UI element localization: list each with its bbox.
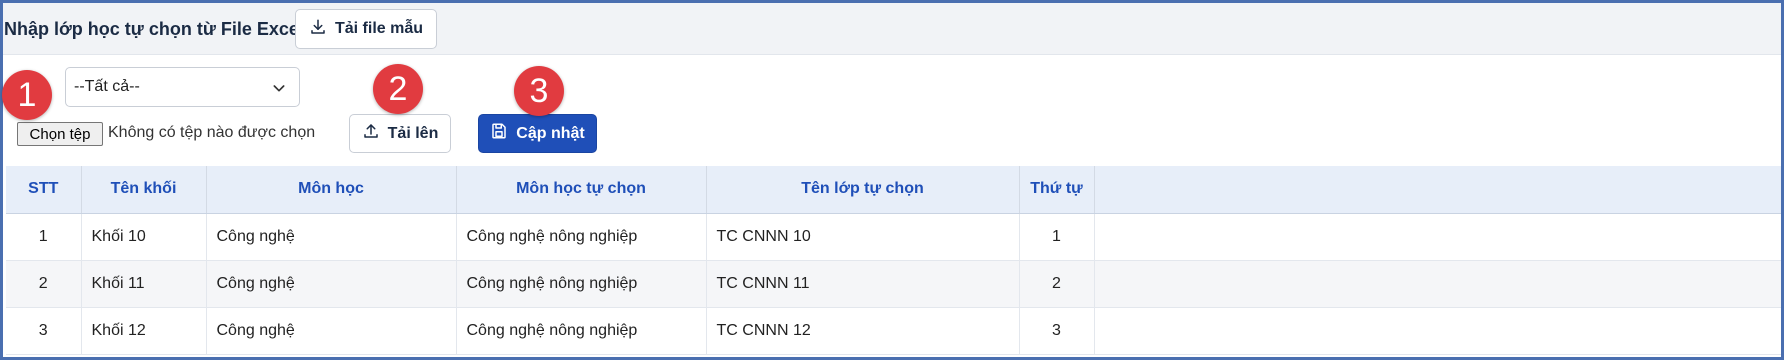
column-header-grade[interactable]: Tên khối: [81, 166, 207, 214]
table-row[interactable]: 3 Khối 12 Công nghệ Công nghệ nông nghiệ…: [6, 307, 1781, 354]
header-bar: Nhập lớp học tự chọn từ File Excel Tải f…: [3, 3, 1781, 55]
cell-stt: 3: [6, 307, 82, 354]
cell-order: 3: [1019, 307, 1095, 354]
cell-stt: 1: [6, 213, 82, 260]
download-template-button[interactable]: Tải file mẫu: [295, 9, 437, 49]
column-header-elective-subject[interactable]: Môn học tự chọn: [456, 166, 707, 214]
grade-select[interactable]: --Tất cả--: [65, 67, 300, 107]
cell-empty: [1094, 307, 1781, 354]
column-header-empty: [1094, 166, 1781, 214]
save-icon: [490, 122, 508, 145]
cell-subject: Công nghệ: [206, 260, 457, 307]
grade-select-value: --Tất cả--: [74, 78, 140, 95]
cell-order: 2: [1019, 260, 1095, 307]
cell-grade: Khối 11: [81, 260, 207, 307]
cell-elective-subject: Công nghệ nông nghiệp: [456, 307, 707, 354]
cell-empty: [1094, 260, 1781, 307]
column-header-order[interactable]: Thứ tự: [1019, 166, 1095, 214]
chevron-down-icon: [271, 80, 287, 101]
cell-grade: Khối 12: [81, 307, 207, 354]
choose-file-button[interactable]: Chọn tệp: [17, 122, 103, 146]
cell-subject: Công nghệ: [206, 307, 457, 354]
column-header-stt[interactable]: STT: [6, 166, 82, 214]
download-template-label: Tải file mẫu: [334, 20, 424, 37]
cell-subject: Công nghệ: [206, 213, 457, 260]
update-label: Cập nhật: [516, 124, 585, 142]
upload-button[interactable]: Tải lên: [349, 114, 451, 153]
cell-stt: 2: [6, 260, 82, 307]
upload-label: Tải lên: [387, 124, 439, 142]
download-icon: [309, 18, 327, 41]
cell-elective-subject: Công nghệ nông nghiệp: [456, 213, 707, 260]
cell-elective-class: TC CNNN 11: [706, 260, 1020, 307]
cell-order: 1: [1019, 213, 1095, 260]
table-row[interactable]: 1 Khối 10 Công nghệ Công nghệ nông nghiệ…: [6, 213, 1781, 260]
upload-icon: [362, 122, 380, 145]
step-badge-1: 1: [2, 70, 52, 120]
table-row[interactable]: 2 Khối 11 Công nghệ Công nghệ nông nghiệ…: [6, 260, 1781, 307]
cell-empty: [1094, 213, 1781, 260]
step-badge-3: 3: [514, 66, 564, 116]
update-button[interactable]: Cập nhật: [478, 114, 597, 153]
elective-class-table: STT Tên khối Môn học Môn học tự chọn Tên…: [6, 166, 1781, 355]
column-header-elective-class[interactable]: Tên lớp tự chọn: [706, 166, 1020, 214]
cell-grade: Khối 10: [81, 213, 207, 260]
cell-elective-class: TC CNNN 12: [706, 307, 1020, 354]
file-status-text: Không có tệp nào được chọn: [108, 124, 316, 141]
step-badge-2: 2: [373, 64, 423, 114]
cell-elective-class: TC CNNN 10: [706, 213, 1020, 260]
window-frame: Nhập lớp học tự chọn từ File Excel Tải f…: [0, 0, 1784, 360]
cell-elective-subject: Công nghệ nông nghiệp: [456, 260, 707, 307]
column-header-subject[interactable]: Môn học: [206, 166, 457, 214]
table-header-row: STT Tên khối Môn học Môn học tự chọn Tên…: [6, 166, 1781, 214]
page-title: Nhập lớp học tự chọn từ File Excel: [4, 19, 304, 39]
